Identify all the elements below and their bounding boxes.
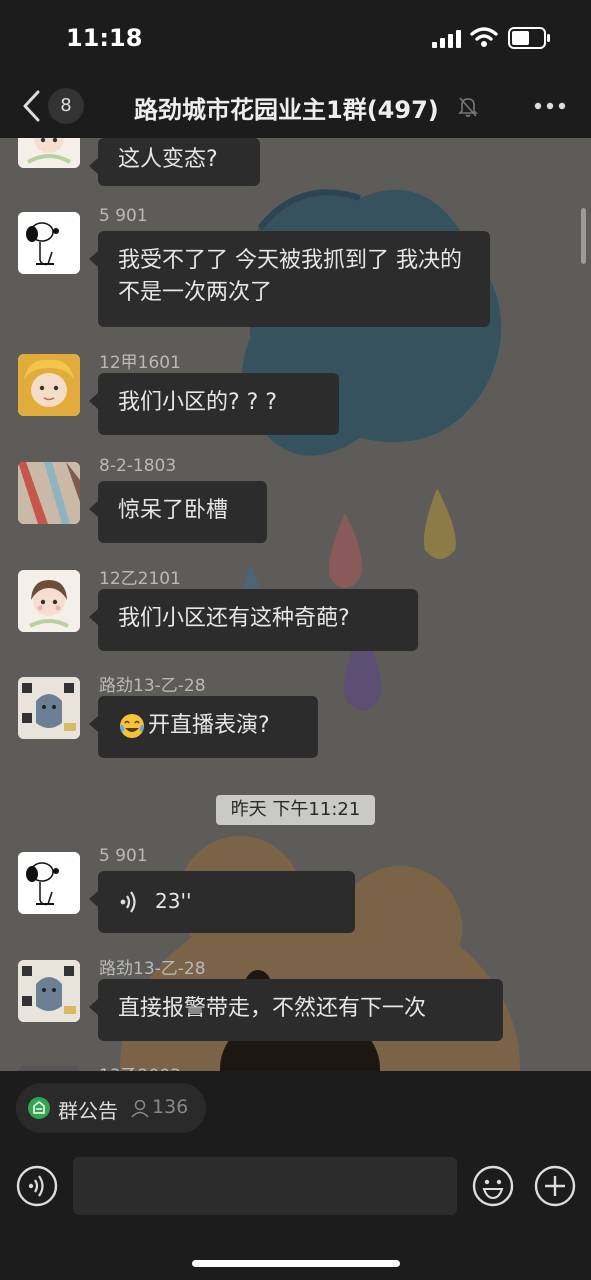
status-bar: 11:18 [0,0,591,76]
message-text: 我们小区还有这种奇葩? [118,606,350,631]
avatar[interactable] [18,354,80,416]
more-options-icon[interactable] [534,102,566,110]
sender-name: 8-2-1803 [99,456,177,476]
message-bubble[interactable]: 我们小区还有这种奇葩? [89,589,418,651]
unread-count-badge[interactable]: 8 [48,88,84,124]
message-text: 惊呆了卧槽 [118,498,229,523]
message-input[interactable] [73,1157,457,1215]
status-time: 11:18 [66,24,143,52]
emoji-button[interactable] [472,1165,514,1207]
message-text: 直接报警带走，不然还有下一次 [118,996,427,1021]
avatar[interactable] [18,138,80,168]
sender-name: 5 901 [99,846,148,866]
announcement-pill[interactable]: 群公告 136 [16,1083,206,1133]
chat-header: 8 路劲城市花园业主1群(497) [0,76,591,138]
snoopy-avatar [18,852,80,914]
sender-name: 12乙2101 [99,569,181,589]
voice-input-button[interactable] [16,1165,58,1207]
message-bubble[interactable]: 开直播表演? [89,696,318,758]
wifi-icon [470,27,498,47]
announcement-label: 群公告 [58,1099,118,1123]
voice-wave-icon [120,891,136,913]
snoopy-avatar [18,212,80,274]
sticker-avatar [18,677,80,739]
bottom-bar: 群公告 136 [0,1071,591,1280]
more-actions-plus-button[interactable] [534,1165,576,1207]
message-text: 我受不了了 今天被我抓到了 我决的不是一次两次了 [118,248,462,305]
mute-bell-icon [458,97,478,117]
message-text: 这人变态? [118,147,218,172]
time-separator: 昨天 下午11:21 [216,795,375,825]
voice-duration: 23'' [155,889,192,913]
message-bubble[interactable]: 这人变态? [89,138,260,186]
member-count-icon [131,1099,149,1118]
cellular-signal-icon [432,30,461,48]
cartoon-girl-avatar [18,138,80,168]
child-photo-avatar [18,354,80,416]
avatar[interactable] [18,212,80,274]
sender-name: 路劲13-乙-28 [99,959,206,979]
message-bubble[interactable]: 我受不了了 今天被我抓到了 我决的不是一次两次了 [89,231,490,327]
message-bubble[interactable]: 我们小区的? ? ? [89,373,339,435]
sticker-avatar [18,960,80,1022]
sender-name: 13乙2003 [99,1061,181,1071]
message-bubble[interactable]: 直接报警带走，不然还有下一次 [89,979,503,1041]
avatar[interactable] [18,570,80,632]
message-text: 开直播表演? [148,713,270,738]
scrollbar-thumb[interactable] [581,208,586,264]
sender-name: 路劲13-乙-28 [99,676,206,696]
face-with-tears-of-joy-icon [120,714,144,738]
battery-icon [508,27,550,49]
cartoon-girl-avatar [18,570,80,632]
member-count: 136 [152,1096,189,1118]
message-bubble[interactable]: 惊呆了卧槽 [89,481,267,543]
sender-name: 5 901 [99,206,148,226]
avatar[interactable] [18,462,80,524]
message-list[interactable]: 这人变态? 5 901 我受不了了 今天被我抓到了 我决的不是一次两次了 12甲… [0,138,591,1071]
chat-title: 路劲城市花园业主1群(497) [134,96,439,124]
voice-message-bubble[interactable]: 23'' [89,871,355,933]
photo-avatar [18,462,80,524]
avatar[interactable] [18,960,80,1022]
avatar[interactable] [18,852,80,914]
home-indicator[interactable] [192,1260,400,1267]
sender-name: 12甲1601 [99,353,181,373]
avatar[interactable] [18,677,80,739]
announcement-icon [28,1097,50,1119]
message-text: 我们小区的? ? ? [118,390,278,415]
